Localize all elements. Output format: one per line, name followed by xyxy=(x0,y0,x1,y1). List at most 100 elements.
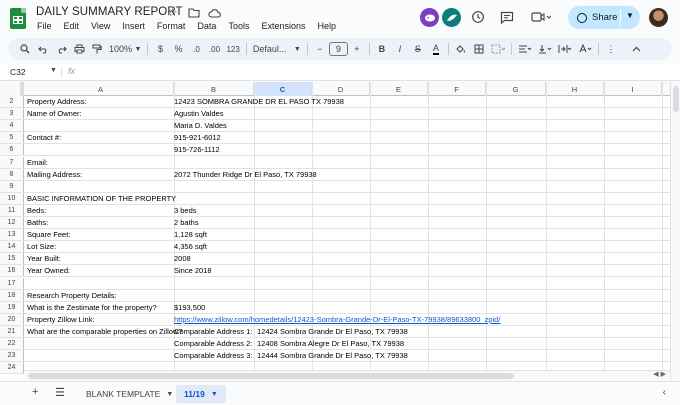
zoom-select[interactable]: 100% ▼ xyxy=(106,40,144,58)
cell-b[interactable]: 2 baths xyxy=(171,217,199,228)
cell-b[interactable]: 2008 xyxy=(171,253,191,264)
row-number[interactable]: 4 xyxy=(0,120,24,132)
horizontal-scrollbar[interactable]: ◀ ▶ xyxy=(24,370,670,380)
font-family-select[interactable]: Defaul... ▼ xyxy=(250,40,304,58)
star-icon[interactable]: ☆ xyxy=(166,6,179,19)
cell-a[interactable]: BASIC INFORMATION OF THE PROPERTY xyxy=(24,193,176,204)
vertical-scrollbar[interactable] xyxy=(670,82,680,380)
bold-button[interactable]: B xyxy=(373,40,391,58)
cell-a[interactable] xyxy=(24,278,27,289)
meet-video-icon[interactable] xyxy=(530,9,552,25)
row-number[interactable]: 14 xyxy=(0,241,24,253)
sheet-tab-caret-icon[interactable]: ▼ xyxy=(211,391,218,398)
row-number[interactable]: 7 xyxy=(0,156,24,168)
row-number[interactable]: 13 xyxy=(0,229,24,241)
merge-cells-icon[interactable] xyxy=(488,40,508,58)
sheet-tab-11-19[interactable]: 11/19 ▼ xyxy=(176,385,226,403)
cell-b[interactable]: 915-726-1112 xyxy=(171,144,220,155)
share-button[interactable]: Share ▼ xyxy=(568,6,640,29)
column-header-f[interactable]: F xyxy=(428,82,486,96)
menu-view[interactable]: View xyxy=(90,21,111,31)
text-color-button[interactable]: A xyxy=(427,40,445,58)
share-dropdown-icon[interactable]: ▼ xyxy=(626,11,634,20)
cell-a[interactable]: Mailing Address: xyxy=(24,169,82,180)
increase-font-size-button[interactable]: + xyxy=(348,40,366,58)
row-number[interactable]: 9 xyxy=(0,180,24,192)
select-all-corner[interactable] xyxy=(0,82,24,96)
cell-a[interactable]: What is the Zestimate for the property? xyxy=(24,302,157,313)
cell-c[interactable]: 12424 Sombra Grande Dr El Paso, TX 79938 xyxy=(254,326,408,337)
row-number[interactable]: 3 xyxy=(0,108,24,120)
row-number[interactable]: 15 xyxy=(0,253,24,265)
fill-color-icon[interactable] xyxy=(452,40,470,58)
cell-c[interactable]: 12444 Sombra Grande Dr El Paso, TX 79938 xyxy=(254,350,408,361)
cell-b[interactable]: Comparable Address 2: xyxy=(171,338,252,349)
cell-a[interactable]: Baths: xyxy=(24,217,48,228)
cell-b[interactable] xyxy=(171,290,174,301)
cell-b[interactable]: Since 2018 xyxy=(171,265,212,276)
row-number[interactable]: 20 xyxy=(0,313,24,325)
row-number[interactable]: 2 xyxy=(0,96,24,108)
sheet-tab-caret-icon[interactable]: ▼ xyxy=(166,391,173,398)
cell-b[interactable]: $193,500 xyxy=(171,302,205,313)
horizontal-align-icon[interactable] xyxy=(515,40,535,58)
cell-b[interactable]: 3 beds xyxy=(171,205,197,216)
paint-format-icon[interactable] xyxy=(88,40,106,58)
print-icon[interactable] xyxy=(70,40,88,58)
collapse-side-panel-icon[interactable]: ‹ xyxy=(663,387,666,398)
column-header-c[interactable]: C xyxy=(254,82,312,96)
menu-extensions[interactable]: Extensions xyxy=(260,21,306,31)
cell-b[interactable]: 4,356 sqft xyxy=(171,241,207,252)
name-box[interactable]: C32 xyxy=(10,67,26,77)
cell-b[interactable] xyxy=(171,181,174,192)
column-header-e[interactable]: E xyxy=(370,82,428,96)
cell-a[interactable]: Email: xyxy=(24,157,48,168)
undo-icon[interactable] xyxy=(34,40,52,58)
add-sheet-icon[interactable]: + xyxy=(32,386,38,398)
font-size-input[interactable]: 9 xyxy=(328,42,348,56)
column-header-h[interactable]: H xyxy=(546,82,604,96)
move-folder-icon[interactable] xyxy=(187,6,200,19)
row-number[interactable]: 12 xyxy=(0,217,24,229)
row-number[interactable]: 16 xyxy=(0,265,24,277)
cell-b[interactable]: Agustin Valdes xyxy=(171,108,223,119)
cell-a[interactable]: Property Zillow Link: xyxy=(24,314,95,325)
document-title[interactable]: DAILY SUMMARY REPORT xyxy=(36,6,183,18)
cell-b[interactable]: Maria D. Valdes xyxy=(171,120,227,131)
cell-a[interactable]: Lot Size: xyxy=(24,241,56,252)
spreadsheet-grid[interactable]: A B C D E F G H I 2 Property Address: 1242… xyxy=(0,82,680,380)
menu-tools[interactable]: Tools xyxy=(227,21,250,31)
cell-a[interactable] xyxy=(24,350,27,361)
row-number[interactable]: 21 xyxy=(0,325,24,337)
cell-a[interactable] xyxy=(24,144,27,155)
collaborator-bird-avatar-icon[interactable] xyxy=(442,8,461,27)
collapse-toolbar-icon[interactable] xyxy=(628,40,646,58)
row-number[interactable]: 24 xyxy=(0,362,24,374)
redo-icon[interactable] xyxy=(52,40,70,58)
name-box-caret-icon[interactable]: ▼ xyxy=(50,67,57,74)
decrease-font-size-button[interactable]: − xyxy=(311,40,329,58)
percent-format-button[interactable]: % xyxy=(169,40,187,58)
text-wrapping-icon[interactable] xyxy=(555,40,575,58)
zillow-link[interactable]: https://www.zillow.com/homedetails/12423… xyxy=(171,314,500,325)
cell-a[interactable]: Beds: xyxy=(24,205,46,216)
cell-a[interactable]: Research Property Details: xyxy=(24,290,117,301)
vertical-scroll-thumb[interactable] xyxy=(673,86,679,112)
search-menus-icon[interactable] xyxy=(16,40,34,58)
cell-b[interactable] xyxy=(171,157,174,168)
cell-b[interactable]: 12423 SOMBRA GRANDE DR EL PASO TX 79938 xyxy=(171,96,344,107)
cell-b[interactable] xyxy=(171,278,174,289)
vertical-align-icon[interactable] xyxy=(535,40,555,58)
cell-a[interactable]: Property Address: xyxy=(24,96,87,107)
cell-a[interactable]: Square Feet: xyxy=(24,229,70,240)
horizontal-scroll-thumb[interactable] xyxy=(28,373,514,379)
menu-insert[interactable]: Insert xyxy=(121,21,146,31)
cell-a[interactable]: Year Owned: xyxy=(24,265,70,276)
row-number[interactable]: 11 xyxy=(0,204,24,216)
menu-help[interactable]: Help xyxy=(316,21,337,31)
row-number[interactable]: 22 xyxy=(0,338,24,350)
decrease-decimal-button[interactable]: .0 xyxy=(187,40,205,58)
cell-a[interactable]: Contact #: xyxy=(24,132,61,143)
cell-b[interactable]: Comparable Address 3: xyxy=(171,350,252,361)
cloud-status-icon[interactable] xyxy=(208,6,221,19)
